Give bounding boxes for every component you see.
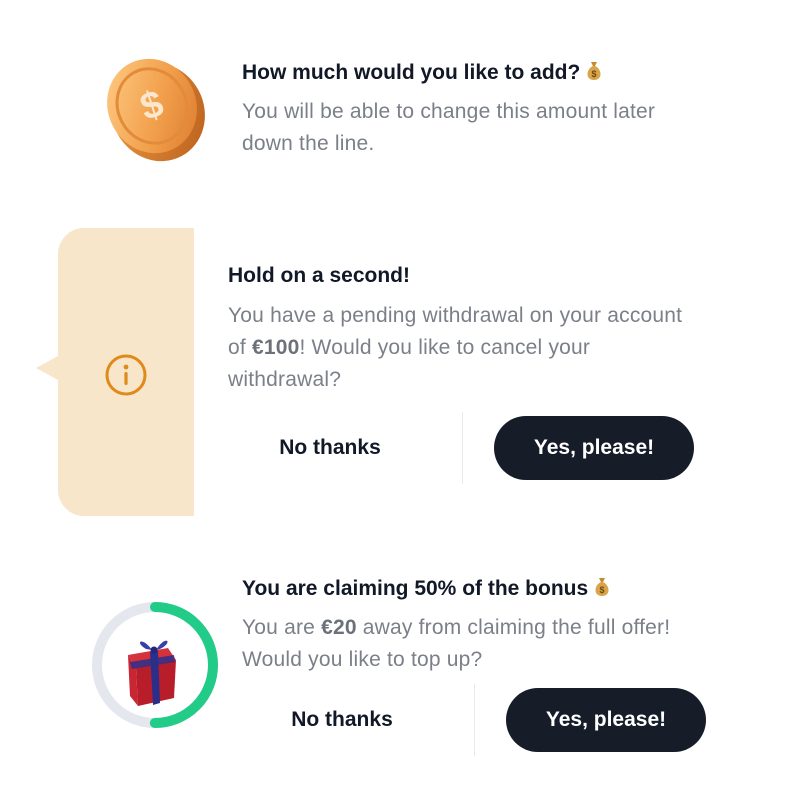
no-thanks-button[interactable]: No thanks xyxy=(252,702,432,738)
button-divider xyxy=(462,412,463,484)
warning-tab xyxy=(36,228,194,516)
withdrawal-amount: €100 xyxy=(251,336,300,359)
coin-icon: $ xyxy=(107,58,205,162)
yes-please-button[interactable]: Yes, please! xyxy=(494,416,694,480)
card2-title: Hold on a second! xyxy=(228,264,411,287)
progress-arc xyxy=(92,602,218,728)
bonus-amount: €20 xyxy=(321,616,357,639)
card3-description: You are €20 away from claiming the full … xyxy=(242,616,671,671)
card3-title: You are claiming 50% of the bonus $ xyxy=(242,576,612,604)
card1-description: You will be able to change this amount l… xyxy=(242,100,656,155)
money-bag-icon: $ xyxy=(592,576,612,604)
svg-text:$: $ xyxy=(600,585,605,595)
yes-please-button[interactable]: Yes, please! xyxy=(506,688,706,752)
info-icon xyxy=(105,354,147,396)
card2-description: You have a pending withdrawal on your ac… xyxy=(228,304,683,391)
gift-icon xyxy=(128,640,176,706)
no-thanks-button[interactable]: No thanks xyxy=(240,430,420,466)
bonus-progress-ring xyxy=(92,602,218,728)
svg-text:$: $ xyxy=(592,69,597,79)
money-bag-icon: $ xyxy=(584,60,604,88)
button-divider xyxy=(474,684,475,756)
card1-title: How much would you like to add? $ xyxy=(242,60,604,88)
add-amount-card: $ How much would you like to add? $ You … xyxy=(0,0,800,200)
